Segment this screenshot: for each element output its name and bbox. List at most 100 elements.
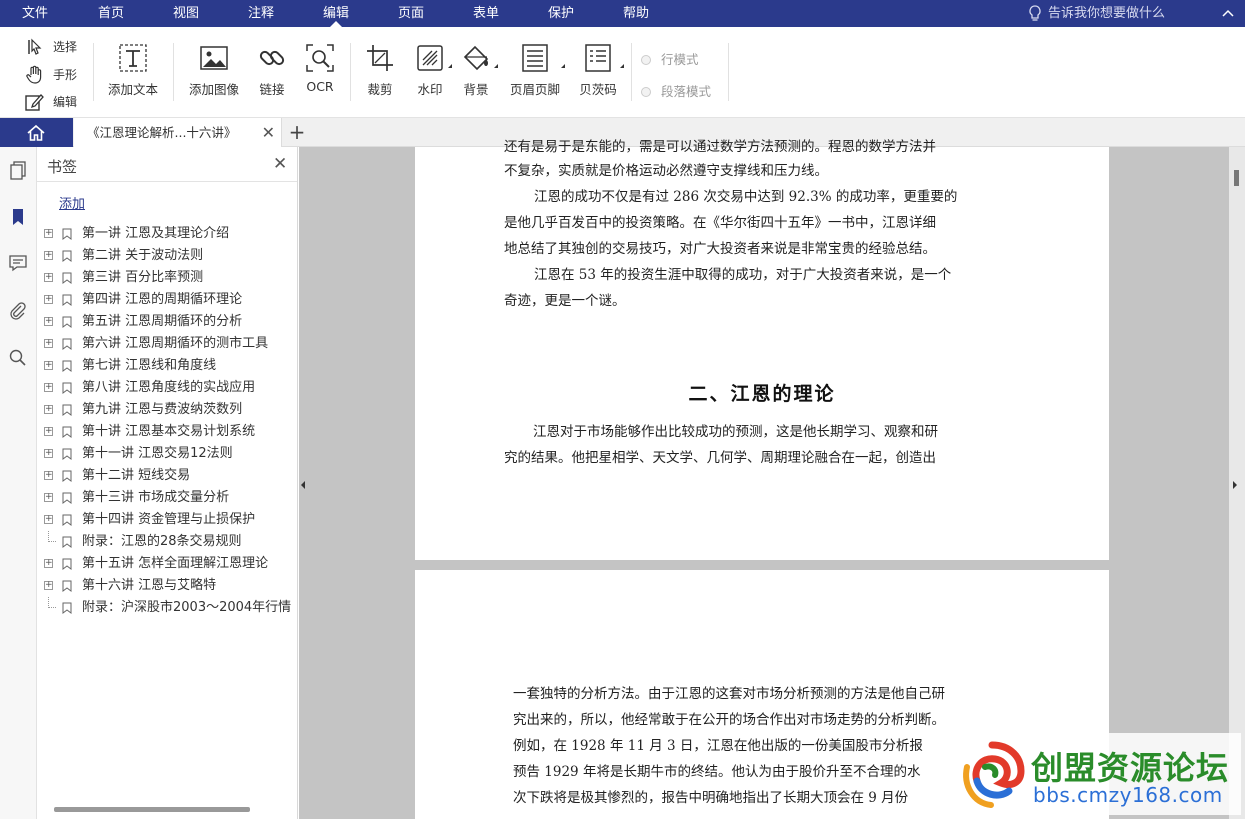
collapse-left-arrow-icon[interactable]	[301, 481, 305, 489]
document-tab-title: 《江恩理论解析...十六讲》	[87, 125, 237, 140]
watermark-button[interactable]: 水印	[410, 39, 452, 99]
menu-protect[interactable]: 保护	[538, 0, 584, 27]
pages-icon[interactable]	[8, 160, 28, 180]
page-text-line: 不复杂，实质就是价格运动必然遵守支撑线和压力线。	[504, 163, 828, 179]
hand-icon	[26, 65, 42, 84]
bookmark-item[interactable]: + 第十二讲 短线交易	[37, 465, 297, 487]
expand-icon[interactable]: +	[44, 383, 53, 392]
expand-icon[interactable]: +	[44, 559, 53, 568]
bookmark-item[interactable]: + 第九讲 江恩与费波纳茨数列	[37, 399, 297, 421]
add-bookmark-link[interactable]: 添加	[59, 193, 85, 212]
ribbon-separator	[728, 43, 729, 101]
comment-icon[interactable]	[8, 253, 28, 273]
ribbon-toolbar: 选择 手形 编辑 添加文本 添加图像 链接 OCR 裁剪 水印 背景 页眉页脚 …	[0, 27, 1245, 118]
dropdown-caret-icon[interactable]	[557, 64, 565, 68]
bookmark-item[interactable]: + 第五讲 江恩周期循环的分析	[37, 311, 297, 333]
bookmark-item[interactable]: + 第十五讲 怎样全面理解江恩理论	[37, 553, 297, 575]
dropdown-caret-icon[interactable]	[490, 64, 498, 68]
search-icon[interactable]	[8, 348, 28, 368]
home-tab[interactable]	[0, 118, 73, 147]
bookmark-icon[interactable]	[8, 207, 28, 227]
crop-button[interactable]: 裁剪	[362, 39, 398, 99]
edit-tool[interactable]: 编辑	[24, 91, 77, 113]
expand-icon[interactable]: +	[44, 427, 53, 436]
expand-icon[interactable]: +	[44, 295, 53, 304]
bookmark-item[interactable]: + 第二讲 关于波动法则	[37, 245, 297, 267]
hand-label: 手形	[53, 68, 78, 82]
expand-icon[interactable]: +	[44, 273, 53, 282]
document-tab[interactable]: 《江恩理论解析...十六讲》 ✕	[74, 118, 282, 147]
bookmark-flag-icon	[62, 294, 72, 306]
add-text-button[interactable]: 添加文本	[105, 39, 161, 99]
horizontal-scrollbar[interactable]	[54, 807, 250, 812]
menu-file[interactable]: 文件	[14, 0, 56, 27]
expand-icon[interactable]: +	[44, 493, 53, 502]
background-label: 背景	[463, 82, 489, 97]
bookmark-panel: 书签 ✕ 添加 + 第一讲 江恩及其理论介绍 + 第二讲 关于波动法则 + 第三讲 百分比…	[37, 147, 298, 819]
bookmark-label: 第九讲 江恩与费波纳茨数列	[82, 402, 243, 417]
tell-me-search[interactable]: 告诉我你想要做什么	[1028, 0, 1165, 27]
bookmark-flag-icon	[62, 602, 72, 614]
header-footer-label: 页眉页脚	[509, 82, 560, 97]
ocr-button[interactable]: OCR	[302, 39, 338, 99]
expand-icon[interactable]: +	[44, 581, 53, 590]
menu-view[interactable]: 视图	[163, 0, 209, 27]
menu-page[interactable]: 页面	[388, 0, 434, 27]
expand-icon[interactable]: +	[44, 317, 53, 326]
bookmark-item[interactable]: 附录：沪深股市2003～2004年行情	[37, 597, 297, 619]
expand-icon[interactable]: +	[44, 405, 53, 414]
document-view[interactable]: 还有是易于是东能的，需是可以通过数学方法预测的。程恩的数学方法并 不复杂，实质就…	[299, 139, 1245, 819]
menu-edit[interactable]: 编辑	[313, 0, 359, 27]
collapse-right-arrow-icon[interactable]	[1233, 481, 1237, 489]
close-panel-icon[interactable]: ✕	[273, 154, 287, 174]
background-button[interactable]: 背景	[456, 39, 498, 99]
bookmark-flag-icon	[62, 470, 72, 482]
bookmark-item[interactable]: + 第十讲 江恩基本交易计划系统	[37, 421, 297, 443]
select-tool[interactable]: 选择	[24, 36, 77, 58]
expand-icon[interactable]: +	[44, 229, 53, 238]
bookmark-flag-icon	[62, 272, 72, 284]
bookmark-item[interactable]: + 第七讲 江恩线和角度线	[37, 355, 297, 377]
link-button[interactable]: 链接	[254, 39, 290, 99]
expand-icon[interactable]: +	[44, 339, 53, 348]
bookmark-item[interactable]: + 第三讲 百分比率预测	[37, 267, 297, 289]
menu-home[interactable]: 首页	[88, 0, 134, 27]
ribbon-separator	[93, 43, 94, 101]
hand-tool[interactable]: 手形	[24, 64, 77, 86]
bookmark-item[interactable]: + 第一讲 江恩及其理论介绍	[37, 223, 297, 245]
menu-form[interactable]: 表单	[463, 0, 509, 27]
collapse-ribbon-button[interactable]	[1219, 3, 1237, 23]
bookmark-item[interactable]: + 第十四讲 资金管理与止损保护	[37, 509, 297, 531]
expand-icon[interactable]: +	[44, 251, 53, 260]
vertical-scrollbar[interactable]	[1229, 147, 1245, 819]
panel-divider	[37, 181, 297, 182]
panel-title: 书签	[47, 158, 78, 176]
close-tab-icon[interactable]: ✕	[262, 118, 275, 147]
new-tab-button[interactable]: +	[286, 120, 308, 144]
bookmark-item[interactable]: + 第四讲 江恩的周期循环理论	[37, 289, 297, 311]
expand-icon[interactable]: +	[44, 471, 53, 480]
line-mode-radio[interactable]: 行模式	[641, 50, 699, 70]
bookmark-item[interactable]: + 第十六讲 江恩与艾略特	[37, 575, 297, 597]
paragraph-mode-radio[interactable]: 段落模式	[641, 82, 711, 102]
bates-button[interactable]: 贝茨码	[574, 39, 624, 99]
scrollbar-thumb[interactable]	[1234, 170, 1239, 186]
text-box-icon	[119, 44, 147, 72]
header-footer-button[interactable]: 页眉页脚	[507, 39, 565, 99]
dropdown-caret-icon[interactable]	[616, 64, 624, 68]
menu-comment[interactable]: 注释	[238, 0, 284, 27]
add-image-button[interactable]: 添加图像	[186, 39, 242, 99]
expand-icon[interactable]: +	[44, 361, 53, 370]
bookmark-item[interactable]: + 第六讲 江恩周期循环的测市工具	[37, 333, 297, 355]
bookmark-item[interactable]: + 第十三讲 市场成交量分析	[37, 487, 297, 509]
expand-icon[interactable]: +	[44, 515, 53, 524]
bookmark-item[interactable]: + 第十一讲 江恩交易12法则	[37, 443, 297, 465]
dropdown-caret-icon[interactable]	[444, 64, 452, 68]
bookmark-label: 第十四讲 资金管理与止损保护	[82, 512, 256, 527]
attachment-icon[interactable]	[8, 301, 28, 321]
bookmark-item[interactable]: 附录：江恩的28条交易规则	[37, 531, 297, 553]
bookmark-item[interactable]: + 第八讲 江恩角度线的实战应用	[37, 377, 297, 399]
watermark-icon	[417, 45, 443, 71]
expand-icon[interactable]: +	[44, 449, 53, 458]
menu-help[interactable]: 帮助	[613, 0, 659, 27]
